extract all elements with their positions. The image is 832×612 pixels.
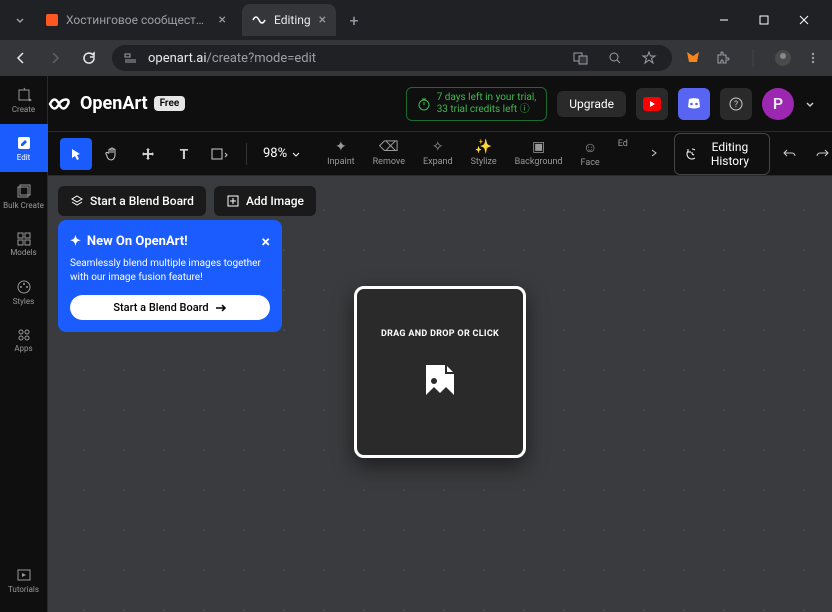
shape-tool[interactable]	[204, 138, 236, 170]
upgrade-button[interactable]: Upgrade	[557, 91, 626, 117]
site-settings-icon[interactable]	[124, 51, 138, 65]
wand-icon: ✨	[475, 139, 492, 155]
start-blend-board-button[interactable]: Start a Blend Board	[58, 186, 206, 216]
account-chevron[interactable]	[804, 98, 816, 110]
main-area: Start a Blend Board Add Image ✦ New On O…	[0, 176, 832, 612]
onboarding-popup: ✦ New On OpenArt! × Seamlessly blend mul…	[58, 220, 282, 332]
background-tool[interactable]: ▣Background	[507, 137, 571, 170]
browser-tab-0[interactable]: Хостинговое сообщество «Tim ×	[36, 4, 236, 36]
onboarding-body: Seamlessly blend multiple images togethe…	[70, 257, 270, 285]
url-text: openart.ai/create?mode=edit	[148, 51, 316, 66]
tab-list-chevron[interactable]	[8, 8, 32, 32]
plus-image-icon	[226, 194, 240, 208]
text-tool[interactable]: T	[168, 138, 200, 170]
layers-icon	[70, 194, 84, 208]
browser-menu-icon[interactable]	[804, 49, 822, 67]
ext-puzzle-icon[interactable]	[714, 49, 732, 67]
youtube-icon[interactable]	[636, 88, 668, 120]
window-close[interactable]	[784, 4, 824, 36]
url-box[interactable]: openart.ai/create?mode=edit	[112, 45, 672, 71]
zoom-level[interactable]: 98%	[257, 142, 307, 165]
dropzone[interactable]: DRAG AND DROP OR CLICK	[354, 286, 526, 458]
infinity-icon	[48, 95, 74, 113]
trial-text: 7 days left in your trial, 33 trial cred…	[437, 92, 537, 116]
canvas-toolbar: Start a Blend Board Add Image	[58, 186, 316, 216]
window-maximize[interactable]	[744, 4, 784, 36]
discord-icon[interactable]	[678, 88, 710, 120]
face-tool[interactable]: ☺Face	[573, 137, 608, 170]
ed-tool[interactable]: Ed	[610, 137, 636, 170]
tab-close-1[interactable]: ×	[319, 12, 326, 28]
tab-favicon-0	[46, 13, 58, 27]
dropzone-label: DRAG AND DROP OR CLICK	[381, 329, 499, 339]
nav-reload[interactable]	[78, 47, 100, 69]
editor-toolbar: T 98% ✦Inpaint ⌫Remove ✧Expand ✨Stylize …	[0, 132, 832, 176]
user-avatar[interactable]: P	[762, 88, 794, 120]
hand-tool[interactable]	[96, 138, 128, 170]
add-image-button[interactable]: Add Image	[214, 186, 316, 216]
plan-badge: Free	[154, 96, 186, 111]
profile-icon[interactable]	[774, 49, 792, 67]
inpaint-tool[interactable]: ✦Inpaint	[319, 137, 362, 170]
eraser-icon: ⌫	[379, 139, 399, 155]
browser-tab-1[interactable]: Editing ×	[242, 4, 336, 36]
canvas[interactable]: Start a Blend Board Add Image ✦ New On O…	[48, 176, 832, 612]
onboarding-title: New On OpenArt!	[87, 234, 188, 249]
window-controls	[704, 4, 824, 36]
browser-titlebar: Хостинговое сообщество «Tim × Editing × …	[0, 0, 832, 40]
select-tool[interactable]	[60, 138, 92, 170]
ext-separator	[744, 49, 762, 67]
tools-scroll-right[interactable]	[638, 137, 670, 169]
stopwatch-icon	[417, 97, 431, 111]
tab-favicon-1	[252, 13, 266, 27]
create-icon	[16, 87, 32, 103]
toolbar-separator	[246, 143, 247, 165]
info-icon[interactable]: ⓘ	[520, 104, 530, 115]
new-tab-button[interactable]: +	[342, 8, 366, 32]
browser-addressbar: openart.ai/create?mode=edit	[0, 40, 832, 76]
svg-text:?: ?	[734, 100, 738, 110]
nav-back[interactable]	[10, 47, 32, 69]
move-tool[interactable]	[132, 138, 164, 170]
trial-status[interactable]: 7 days left in your trial, 33 trial cred…	[406, 87, 548, 121]
zoom-url-icon[interactable]	[604, 47, 626, 69]
undo-button[interactable]	[778, 138, 802, 170]
expand-icon: ✧	[432, 139, 444, 155]
tab-title-0: Хостинговое сообщество «Tim	[66, 13, 211, 27]
remove-tool[interactable]: ⌫Remove	[365, 137, 413, 170]
translate-icon[interactable]	[570, 47, 592, 69]
editing-history-button[interactable]: Editing History	[674, 133, 770, 175]
app-header: OpenArt Free 7 days left in your trial, …	[0, 76, 832, 132]
onboarding-cta-button[interactable]: Start a Blend Board	[70, 295, 270, 320]
svg-text:T: T	[180, 147, 189, 161]
bookmark-icon[interactable]	[638, 47, 660, 69]
sparkle-icon: ✦	[335, 139, 347, 155]
expand-tool[interactable]: ✧Expand	[415, 137, 461, 170]
face-icon: ☺	[583, 139, 597, 156]
brand-logo[interactable]: OpenArt Free	[48, 93, 185, 114]
stylize-tool[interactable]: ✨Stylize	[463, 137, 505, 170]
onboarding-close[interactable]: ×	[262, 232, 271, 251]
edit-icon	[16, 135, 32, 151]
tab-close-0[interactable]: ×	[219, 12, 226, 28]
nav-forward[interactable]	[44, 47, 66, 69]
image-icon: ▣	[532, 139, 545, 155]
redo-button[interactable]	[810, 138, 832, 170]
help-icon[interactable]: ?	[720, 88, 752, 120]
brand-name: OpenArt	[80, 93, 148, 114]
arrow-right-icon	[215, 303, 227, 313]
ext-metamask-icon[interactable]	[684, 49, 702, 67]
tab-title-1: Editing	[274, 13, 311, 27]
extension-icons	[684, 49, 822, 67]
sidebar-create[interactable]: Create	[0, 76, 48, 124]
history-icon	[685, 147, 695, 161]
magic-wand-icon: ✦	[70, 234, 81, 249]
broken-image-icon	[418, 361, 462, 405]
window-minimize[interactable]	[704, 4, 744, 36]
sidebar-edit[interactable]: Edit	[0, 124, 48, 172]
